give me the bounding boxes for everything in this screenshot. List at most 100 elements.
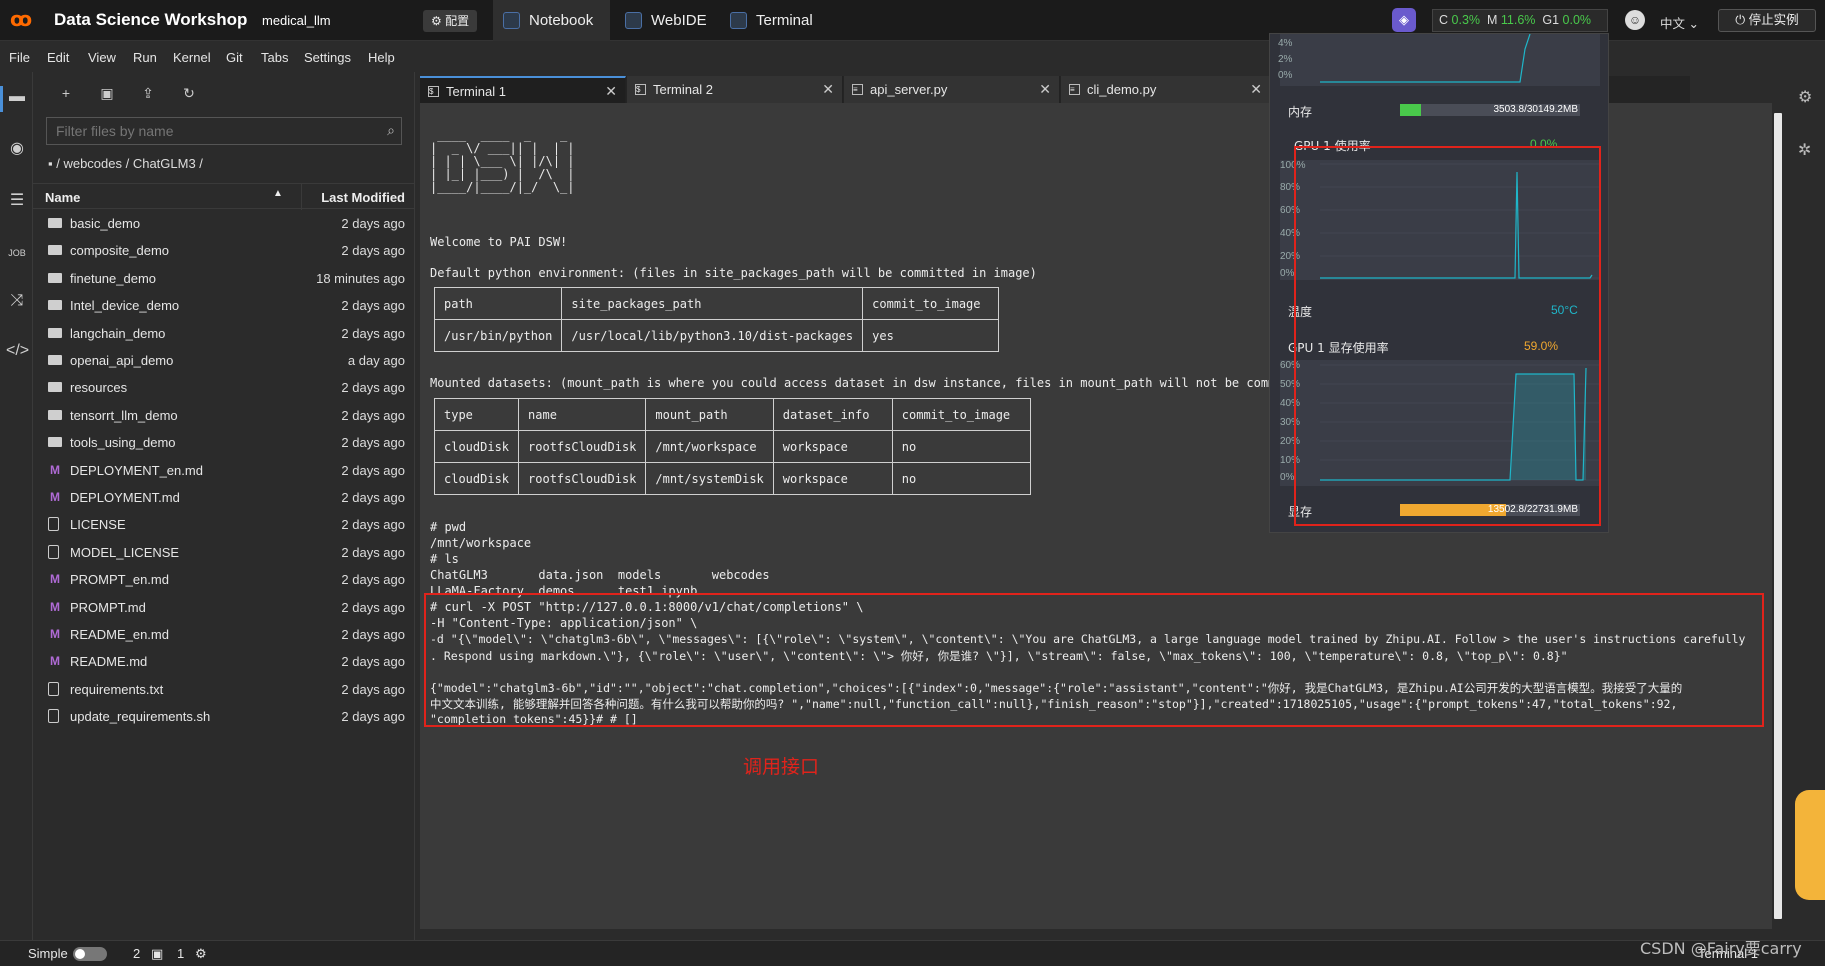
terminal-line: # pwd [430, 520, 467, 534]
table-row: path site_packages_path commit_to_image [433, 287, 1000, 320]
menu-file[interactable]: File [9, 50, 30, 65]
menu-run[interactable]: Run [133, 50, 157, 65]
kernel-count[interactable]: 1 [177, 946, 184, 961]
file-name: DEPLOYMENT_en.md [70, 462, 203, 478]
scrollbar-thumb[interactable] [1774, 113, 1782, 919]
list-item[interactable]: M DEPLOYMENT.md 2 days ago [33, 484, 415, 511]
folder-icon[interactable]: ▬ [6, 86, 28, 108]
code-icon[interactable]: </> [6, 340, 29, 362]
list-item[interactable]: Intel_device_demo 2 days ago [33, 292, 415, 319]
tab-terminal-2[interactable]: $ Terminal 2 ✕ [627, 76, 843, 103]
tab-notebook[interactable]: Notebook [493, 0, 610, 41]
tab-webide[interactable]: WebIDE [615, 0, 725, 41]
list-item[interactable]: M PROMPT.md 2 days ago [33, 594, 415, 621]
highlight-box-api-call [424, 593, 1764, 727]
list-item[interactable]: langchain_demo 2 days ago [33, 320, 415, 347]
close-icon[interactable]: ✕ [605, 78, 617, 105]
tab-api-server-py[interactable]: ≡ api_server.py ✕ [844, 76, 1060, 103]
cpu-line [1320, 34, 1531, 83]
terminal-tab-icon: $ [635, 84, 646, 95]
menu-git[interactable]: Git [226, 50, 243, 65]
table-of-contents-icon[interactable]: ☰ [6, 190, 28, 212]
new-launcher-icon[interactable]: + [55, 82, 77, 104]
list-item[interactable]: MODEL_LICENSE 2 days ago [33, 539, 415, 566]
mascot-image[interactable] [1795, 790, 1825, 900]
tab-cli-demo-py[interactable]: ≡ cli_demo.py ✕ [1061, 76, 1271, 103]
menu-kernel[interactable]: Kernel [173, 50, 211, 65]
resource-monitor-icon[interactable]: ◈ [1392, 8, 1416, 32]
menu-view[interactable]: View [88, 50, 116, 65]
file-modified: 2 days ago [341, 407, 405, 423]
menu-edit[interactable]: Edit [47, 50, 69, 65]
config-button[interactable]: ⚙ 配置 [423, 10, 478, 32]
git-icon[interactable]: ⤨ [6, 290, 28, 312]
list-item[interactable]: openai_api_demo a day ago [33, 347, 415, 374]
table-cell: name [518, 398, 647, 431]
file-modified: 2 days ago [341, 544, 405, 560]
file-modified: 2 days ago [341, 216, 405, 231]
file-name: LICENSE [70, 517, 126, 533]
cpu-chart: 4% 2% 0% [1278, 34, 1600, 86]
list-item[interactable]: M PROMPT_en.md 2 days ago [33, 566, 415, 593]
mounted-line: Mounted datasets: (mount_path is where y… [430, 376, 1297, 390]
simple-mode-toggle[interactable] [73, 947, 107, 961]
menu-tabs[interactable]: Tabs [261, 50, 288, 65]
file-name: README_en.md [70, 627, 169, 642]
new-folder-icon[interactable]: ▣ [96, 82, 118, 104]
list-item[interactable]: tensorrt_llm_demo 2 days ago [33, 402, 415, 429]
file-name: finetune_demo [70, 270, 157, 286]
list-item[interactable]: update_requirements.sh 2 days ago [33, 703, 415, 730]
list-item[interactable]: M README_en.md 2 days ago [33, 621, 415, 648]
close-icon[interactable]: ✕ [1039, 76, 1051, 103]
upload-icon[interactable]: ⇪ [137, 82, 159, 104]
file-modified: 2 days ago [341, 490, 405, 505]
tab-terminal-1[interactable]: $ Terminal 1 ✕ [420, 76, 626, 103]
property-inspector-icon[interactable]: ⚙ [1798, 87, 1812, 107]
debugger-icon[interactable]: ✲ [1798, 140, 1811, 160]
notebook-icon [503, 12, 520, 29]
job-icon[interactable]: JOB [6, 242, 28, 264]
menu-settings[interactable]: Settings [304, 50, 351, 65]
file-tab-icon: ≡ [852, 84, 863, 95]
breadcrumb[interactable]: ▪ / webcodes / ChatGLM3 / [48, 156, 203, 171]
left-activity-bar: ▬ ◉ ☰ JOB ⤨ </> [0, 72, 33, 942]
tab-terminal[interactable]: Terminal [720, 0, 830, 41]
list-item[interactable]: LICENSE 2 days ago [33, 511, 415, 538]
resource-usage[interactable]: C 0.3% M 11.6% G1 0.0% [1432, 9, 1608, 32]
file-icon [48, 681, 59, 696]
watermark: CSDN @Fairy要carry [1640, 939, 1802, 958]
filter-input[interactable] [47, 118, 367, 144]
language-select[interactable]: 中文 ⌄ [1660, 13, 1699, 32]
toggle-knob [75, 949, 85, 959]
list-item[interactable]: resources 2 days ago [33, 374, 415, 401]
column-name[interactable]: Name [45, 190, 80, 205]
app-logo-icon[interactable]: ꝏ [10, 9, 32, 31]
table-cell: workspace [772, 462, 893, 495]
folder-icon [48, 409, 62, 420]
file-modified: 2 days ago [341, 380, 405, 396]
close-icon[interactable]: ✕ [1250, 76, 1262, 103]
list-item[interactable]: basic_demo 2 days ago [33, 210, 415, 237]
avatar[interactable]: ☺ [1625, 10, 1645, 30]
file-name: tensorrt_llm_demo [70, 407, 178, 423]
column-last-modified[interactable]: Last Modified [321, 190, 405, 205]
list-item[interactable]: M README.md 2 days ago [33, 648, 415, 675]
close-icon[interactable]: ✕ [822, 76, 834, 103]
terminal-scrollbar[interactable] [1773, 113, 1783, 919]
mount-table: type name mount_path dataset_info commit… [433, 398, 1031, 495]
list-item[interactable]: composite_demo 2 days ago [33, 237, 415, 264]
list-item[interactable]: tools_using_demo 2 days ago [33, 429, 415, 456]
file-name: PROMPT.md [70, 599, 146, 615]
mem-text: 3503.8/30149.2MB [1493, 104, 1578, 115]
markdown-icon: M [50, 627, 60, 641]
stop-instance-button[interactable]: ⏻ 停止实例 [1718, 9, 1816, 32]
menu-help[interactable]: Help [368, 50, 395, 65]
list-item[interactable]: finetune_demo 18 minutes ago [33, 265, 415, 292]
kernel-settings-icon[interactable]: ⚙ [195, 946, 207, 962]
refresh-icon[interactable]: ↻ [178, 82, 200, 104]
running-kernels-icon[interactable]: ◉ [6, 138, 28, 160]
terminal-count[interactable]: 2 [133, 946, 140, 961]
list-item[interactable]: M DEPLOYMENT_en.md 2 days ago [33, 457, 415, 484]
file-name: basic_demo [70, 216, 141, 231]
list-item[interactable]: requirements.txt 2 days ago [33, 676, 415, 703]
